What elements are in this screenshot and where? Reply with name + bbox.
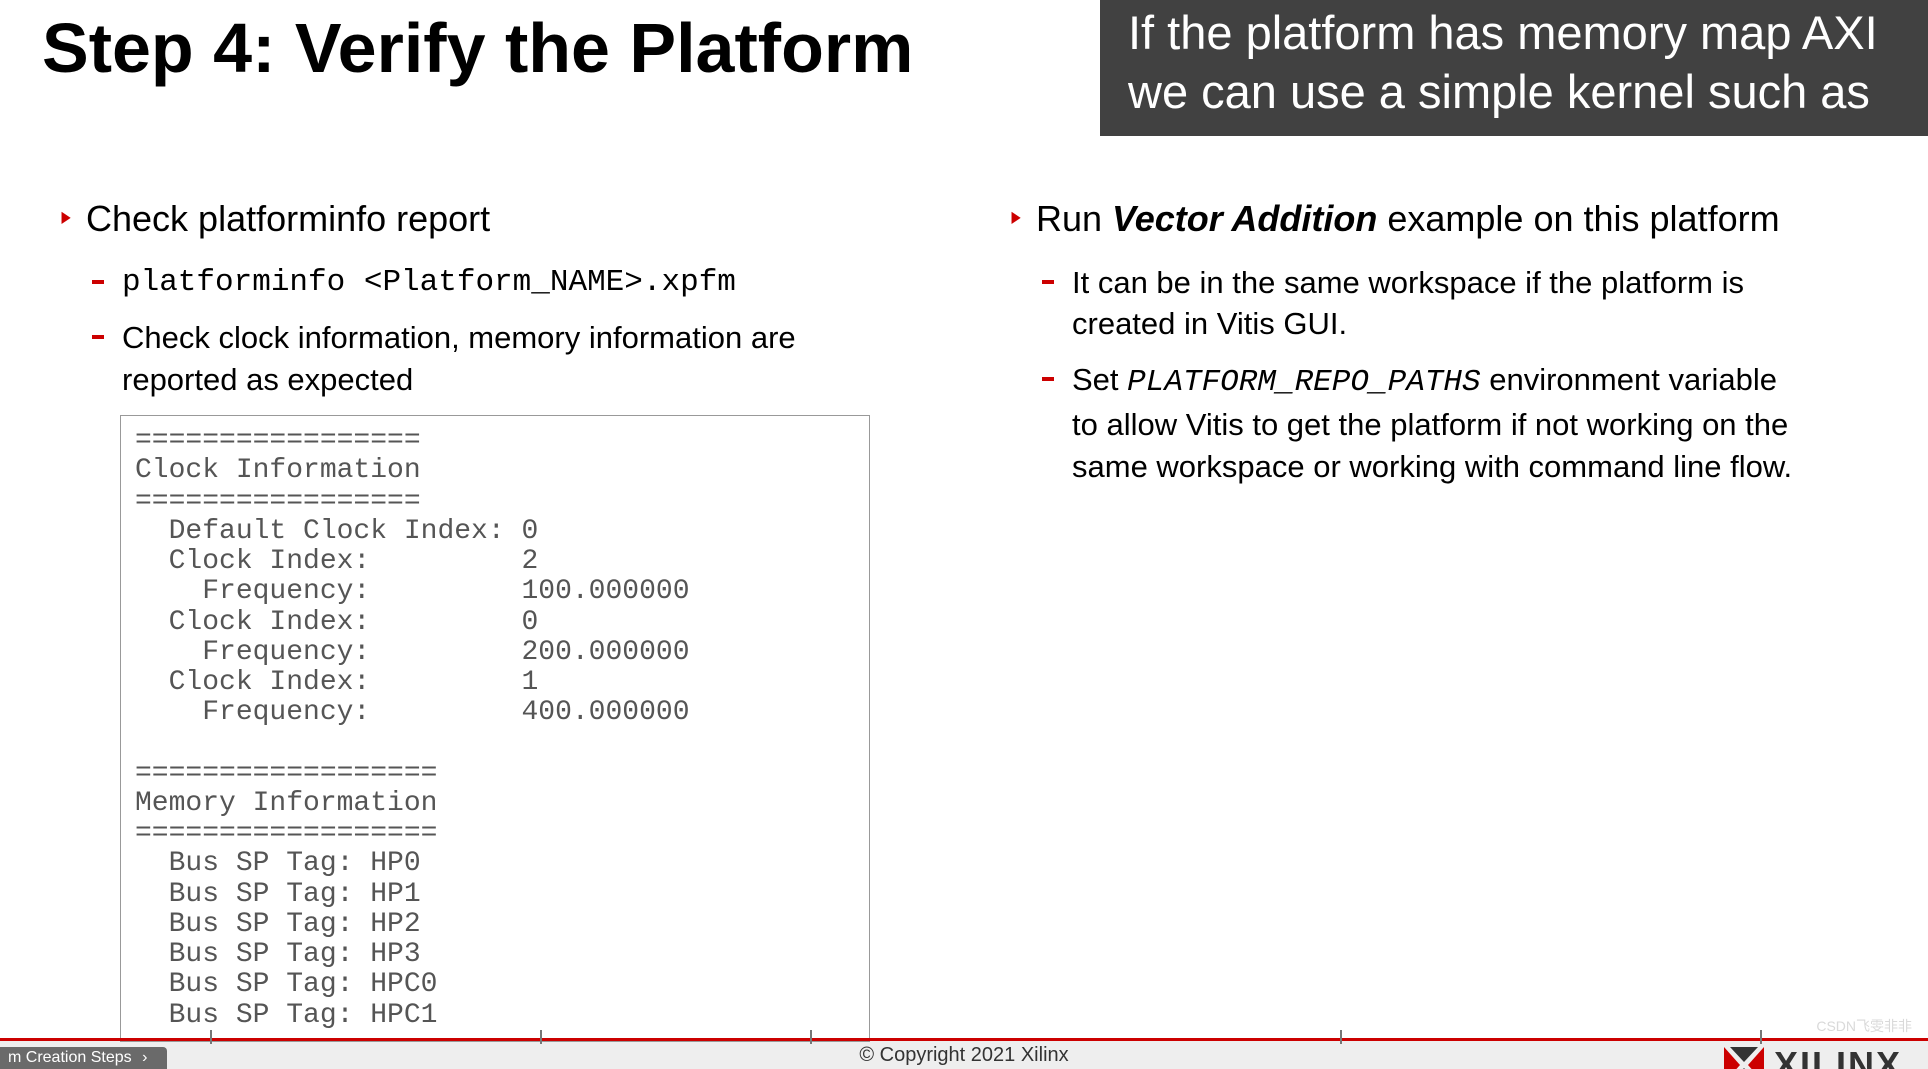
xilinx-logo-text: XILINX — [1774, 1044, 1902, 1069]
xilinx-logo: XILINX — [1724, 1044, 1902, 1069]
chapter-marker[interactable] — [1340, 1030, 1342, 1044]
bullet-same-workspace: It can be in the same workspace if the p… — [1042, 262, 1810, 346]
chapter-breadcrumb[interactable]: m Creation Steps › — [0, 1047, 167, 1069]
bullet-platform-repo-paths: Set PLATFORM_REPO_PATHS environment vari… — [1042, 359, 1810, 488]
chevron-right-icon: › — [142, 1049, 147, 1066]
bullet-platforminfo-command: platforminfo <Platform_NAME>.xpfm — [92, 262, 860, 304]
text-set: Set — [1072, 362, 1127, 397]
chapter-marker[interactable] — [210, 1030, 212, 1044]
video-progress-bar[interactable] — [0, 1038, 1928, 1041]
chapter-marker[interactable] — [1760, 1030, 1762, 1044]
code-platform-repo-paths: PLATFORM_REPO_PATHS — [1127, 365, 1480, 400]
caption-overlay: If the platform has memory map AXI we ca… — [1100, 0, 1928, 136]
platforminfo-output: ================= Clock Information ====… — [135, 426, 855, 1031]
caption-line-1: If the platform has memory map AXI — [1128, 4, 1928, 63]
text-vector-addition: Vector Addition — [1112, 198, 1377, 239]
presentation-stage: Step 4: Verify the Platform If the platf… — [0, 0, 1928, 1069]
text-example-on-platform: example on this platform — [1377, 198, 1779, 239]
platforminfo-output-box: ================= Clock Information ====… — [120, 415, 870, 1042]
left-column: Check platforminfo report platforminfo <… — [60, 195, 860, 1042]
slide-title: Step 4: Verify the Platform — [42, 8, 913, 88]
bullet-check-platforminfo: Check platforminfo report — [60, 195, 860, 244]
watermark: CSDN飞雯非非 — [1816, 1016, 1912, 1036]
chapter-marker[interactable] — [540, 1030, 542, 1044]
bullet-run-vector-addition: Run Vector Addition example on this plat… — [1010, 195, 1810, 244]
slide: Step 4: Verify the Platform If the platf… — [0, 0, 1928, 1041]
text-run: Run — [1036, 198, 1112, 239]
right-column: Run Vector Addition example on this plat… — [1010, 195, 1810, 502]
caption-line-2: we can use a simple kernel such as — [1128, 63, 1928, 122]
chapter-marker[interactable] — [810, 1030, 812, 1044]
copyright-text: © Copyright 2021 Xilinx — [0, 1044, 1928, 1067]
bullet-check-clock-memory: Check clock information, memory informat… — [92, 317, 860, 401]
chapter-breadcrumb-label: m Creation Steps — [8, 1049, 132, 1066]
xilinx-logo-icon — [1724, 1047, 1764, 1069]
